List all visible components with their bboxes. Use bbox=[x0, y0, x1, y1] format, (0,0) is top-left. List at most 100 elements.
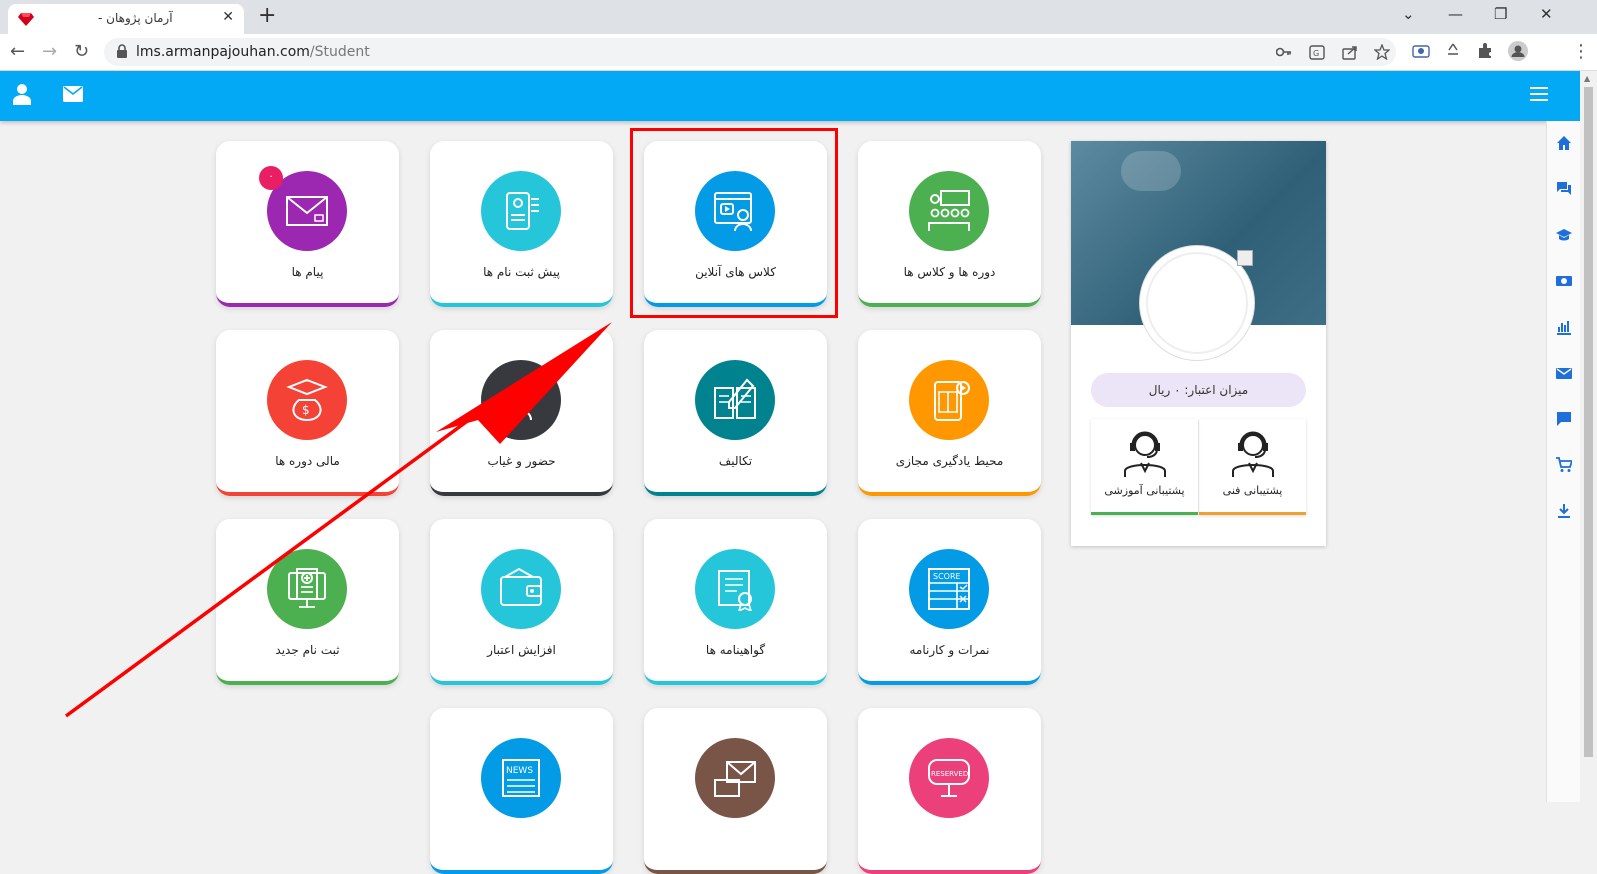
card-messages[interactable]: ۰ پیام ها bbox=[216, 141, 399, 307]
questions-circle bbox=[695, 738, 775, 818]
envelope-icon bbox=[286, 196, 328, 226]
chat-icon[interactable] bbox=[1556, 181, 1572, 197]
reload-button[interactable]: ↻ bbox=[74, 41, 89, 62]
mail-icon[interactable] bbox=[63, 86, 83, 102]
money-bag-icon: $ bbox=[286, 378, 328, 422]
credit-balance: میزان اعتبار: ۰ ریال bbox=[1091, 373, 1306, 407]
address-bar[interactable]: lms.armanpajouhan.com/Student G bbox=[104, 38, 1396, 66]
card-new-registration[interactable]: ثبت نام جدید bbox=[216, 519, 399, 685]
virtual-learning-circle bbox=[909, 360, 989, 440]
reserved-circle: RESERVED bbox=[909, 738, 989, 818]
browser-tab[interactable]: آرمان پژوهان - ✕ bbox=[8, 4, 244, 34]
increase-credit-circle bbox=[481, 549, 561, 629]
message-count-badge: ۰ bbox=[259, 166, 283, 190]
key-icon[interactable] bbox=[1276, 46, 1292, 58]
money-icon[interactable] bbox=[1556, 273, 1572, 289]
card-label: نمرات و کارنامه bbox=[909, 643, 990, 657]
profile-panel: میزان اعتبار: ۰ ریال پشتیبانی فنی پشتیبا… bbox=[1071, 141, 1326, 546]
news-text: NEWS bbox=[506, 766, 533, 776]
reserved-sign-icon: RESERVED bbox=[928, 759, 970, 797]
bar-chart-icon[interactable] bbox=[1556, 319, 1572, 335]
card-label: حضور و غیاب bbox=[487, 454, 556, 468]
card-courses[interactable]: دوره ها و کلاس ها bbox=[858, 141, 1041, 307]
bookmark-star-icon[interactable] bbox=[1374, 44, 1390, 60]
reserved-text: RESERVED bbox=[931, 770, 968, 778]
profile-avatar-icon[interactable] bbox=[1508, 41, 1528, 61]
card-reserved[interactable]: RESERVED bbox=[858, 708, 1041, 874]
card-increase-credit[interactable]: افزایش اعتبار bbox=[430, 519, 613, 685]
score-icon: SCORE bbox=[928, 568, 970, 610]
app-header bbox=[0, 71, 1580, 121]
ruby-favicon-icon bbox=[18, 13, 34, 26]
card-certificates[interactable]: گواهینامه ها bbox=[644, 519, 827, 685]
envelope-nav-icon[interactable] bbox=[1556, 365, 1572, 381]
card-grades[interactable]: SCORE نمرات و کارنامه bbox=[858, 519, 1041, 685]
card-course-finance[interactable]: $ مالی دوره ها bbox=[216, 330, 399, 496]
home-icon[interactable] bbox=[1556, 135, 1572, 151]
extensions-puzzle-icon[interactable] bbox=[1476, 42, 1494, 60]
scroll-thumb[interactable] bbox=[1584, 87, 1593, 757]
registration-scroll-icon bbox=[506, 192, 539, 230]
extension-ticket-icon[interactable] bbox=[1412, 42, 1430, 60]
restore-button[interactable]: ❐ bbox=[1494, 5, 1507, 23]
graduation-cap-icon[interactable] bbox=[1556, 227, 1572, 243]
tab-search-icon[interactable]: ⌄ bbox=[1402, 5, 1415, 23]
card-virtual-learning[interactable]: محیط یادگیری مجازی bbox=[858, 330, 1041, 496]
card-assignments[interactable]: تکالیف bbox=[644, 330, 827, 496]
education-support-label: پشتیبانی آموزشی bbox=[1104, 484, 1185, 497]
technical-support-button[interactable]: پشتیبانی فنی bbox=[1199, 419, 1306, 515]
browser-menu-icon[interactable]: ⋮ bbox=[1572, 41, 1590, 62]
menu-toggle-icon[interactable] bbox=[1530, 87, 1548, 105]
card-label: ثبت نام جدید bbox=[275, 643, 340, 657]
homework-icon bbox=[714, 378, 756, 419]
highlight-box bbox=[630, 128, 838, 318]
new-registration-icon bbox=[288, 568, 326, 608]
card-attendance[interactable]: حضور و غیاب bbox=[430, 330, 613, 496]
classroom-icon bbox=[928, 190, 970, 231]
comment-icon[interactable] bbox=[1556, 411, 1572, 427]
card-label: گواهینامه ها bbox=[705, 643, 766, 657]
translate-icon[interactable]: G bbox=[1309, 45, 1325, 60]
pre-registration-circle bbox=[481, 171, 561, 251]
cart-icon[interactable] bbox=[1556, 457, 1572, 473]
news-circle: NEWS bbox=[481, 738, 561, 818]
card-label: پیام ها bbox=[291, 265, 324, 279]
card-label: افزایش اعتبار bbox=[487, 643, 556, 657]
card-questions[interactable] bbox=[644, 708, 827, 874]
download-icon[interactable] bbox=[1556, 503, 1572, 519]
forward-button[interactable]: → bbox=[42, 41, 57, 62]
certificates-circle bbox=[695, 549, 775, 629]
card-label: مالی دوره ها bbox=[275, 454, 340, 468]
share-icon[interactable] bbox=[1342, 45, 1358, 60]
lock-icon bbox=[117, 44, 127, 58]
score-text: SCORE bbox=[933, 572, 961, 581]
minimize-button[interactable]: — bbox=[1448, 5, 1463, 23]
new-tab-button[interactable]: + bbox=[258, 3, 276, 28]
svg-text:$: $ bbox=[302, 403, 310, 417]
certificate-icon bbox=[718, 570, 752, 611]
close-window-button[interactable]: ✕ bbox=[1540, 5, 1553, 23]
card-label: تکالیف bbox=[718, 454, 753, 468]
close-tab-icon[interactable]: ✕ bbox=[222, 9, 234, 25]
education-support-button[interactable]: پشتیبانی آموزشی bbox=[1091, 419, 1198, 515]
wallet-icon bbox=[500, 567, 542, 606]
technical-support-label: پشتیبانی فنی bbox=[1222, 484, 1283, 497]
scrollbar[interactable]: ▲ bbox=[1580, 71, 1597, 802]
courses-circle bbox=[909, 171, 989, 251]
attendance-circle bbox=[481, 360, 561, 440]
card-pre-registration[interactable]: پیش ثبت نام ها bbox=[430, 141, 613, 307]
grades-circle: SCORE bbox=[909, 549, 989, 629]
card-news[interactable]: NEWS bbox=[430, 708, 613, 874]
url-domain: lms.armanpajouhan.com bbox=[136, 44, 310, 60]
user-icon[interactable] bbox=[12, 83, 32, 105]
avatar-ring bbox=[1146, 252, 1248, 354]
card-label: پیش ثبت نام ها bbox=[483, 265, 560, 279]
scroll-up-arrow-icon[interactable]: ▲ bbox=[1584, 74, 1590, 83]
back-button[interactable]: ← bbox=[10, 41, 25, 62]
browser-toolbar: ← → ↻ lms.armanpajouhan.com/Student G ⋮ bbox=[0, 34, 1597, 71]
new-registration-circle bbox=[267, 549, 347, 629]
virtual-learning-icon bbox=[934, 381, 970, 421]
extension-recycle-icon[interactable] bbox=[1444, 42, 1462, 60]
attendance-icon bbox=[502, 384, 538, 421]
question-mail-icon bbox=[714, 761, 756, 797]
